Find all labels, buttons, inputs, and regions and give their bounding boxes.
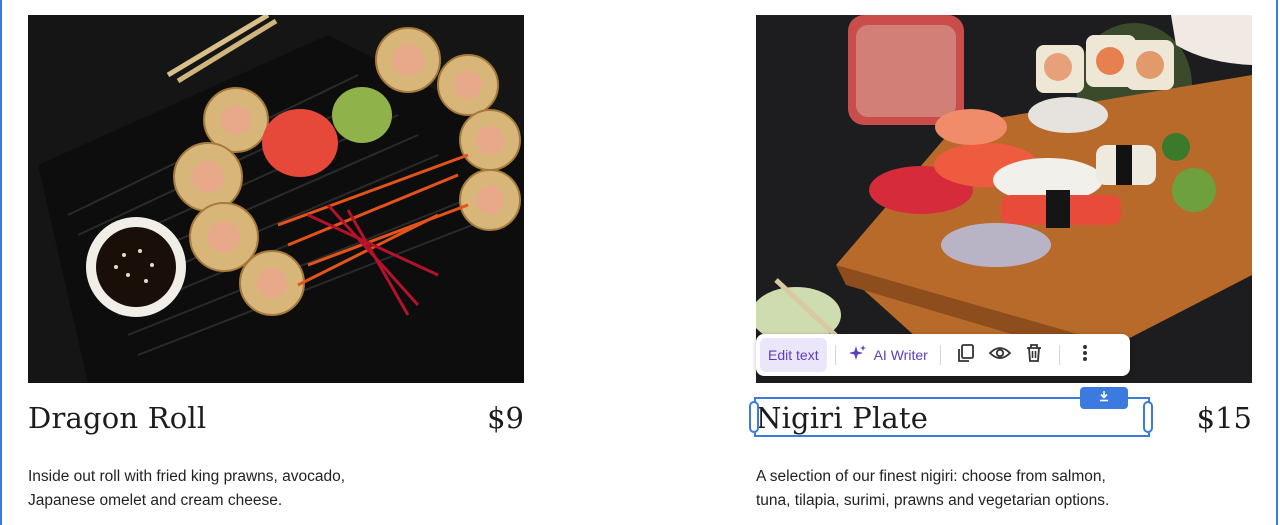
dish-description[interactable]: Inside out roll with fried king prawns, … [28, 465, 408, 513]
title-row: Nigiri Plate $15 [756, 397, 1252, 449]
menu-item-card: Nigiri Plate $15 A selection of our fine… [756, 15, 1252, 513]
description-line: A selection of our finest nigiri: choose… [756, 468, 1106, 485]
description-line: Inside out roll with fried king prawns, … [28, 468, 346, 485]
eye-icon [988, 345, 1012, 366]
ai-writer-label: AI Writer [873, 347, 928, 363]
nigiri-plate-photo[interactable] [756, 15, 1252, 383]
resize-handle-right[interactable] [1143, 401, 1153, 433]
dragon-roll-photo[interactable] [28, 15, 524, 383]
dish-price[interactable]: $9 [487, 401, 524, 435]
ai-writer-button[interactable]: AI Writer [844, 344, 932, 367]
trash-icon [1025, 343, 1043, 368]
toolbar-divider [1058, 345, 1060, 365]
dish-name[interactable]: Dragon Roll [28, 401, 206, 435]
download-icon [1098, 389, 1110, 407]
download-button[interactable] [1080, 387, 1128, 409]
toolbar-divider [834, 345, 836, 365]
description-line: Japanese omelet and cream cheese. [28, 492, 283, 509]
more-options-button[interactable] [1068, 338, 1102, 372]
resize-handle-left[interactable] [749, 401, 759, 433]
duplicate-button[interactable] [949, 338, 983, 372]
dish-description[interactable]: A selection of our finest nigiri: choose… [756, 465, 1136, 513]
dish-name[interactable]: Nigiri Plate [756, 401, 928, 435]
more-vertical-icon [1082, 344, 1088, 367]
toolbar-divider [939, 345, 941, 365]
delete-button[interactable] [1017, 338, 1051, 372]
menu-item-card: Dragon Roll $9 Inside out roll with frie… [28, 15, 524, 513]
text-edit-toolbar: Edit text AI Writer [756, 334, 1130, 376]
dish-price[interactable]: $15 [1197, 401, 1252, 435]
sparkle-icon [848, 344, 868, 367]
title-row: Dragon Roll $9 [28, 397, 524, 449]
edit-text-button[interactable]: Edit text [760, 338, 827, 372]
description-line: tuna, tilapia, surimi, prawns and vegeta… [756, 492, 1110, 509]
duplicate-icon [956, 343, 976, 368]
preview-button[interactable] [983, 338, 1017, 372]
